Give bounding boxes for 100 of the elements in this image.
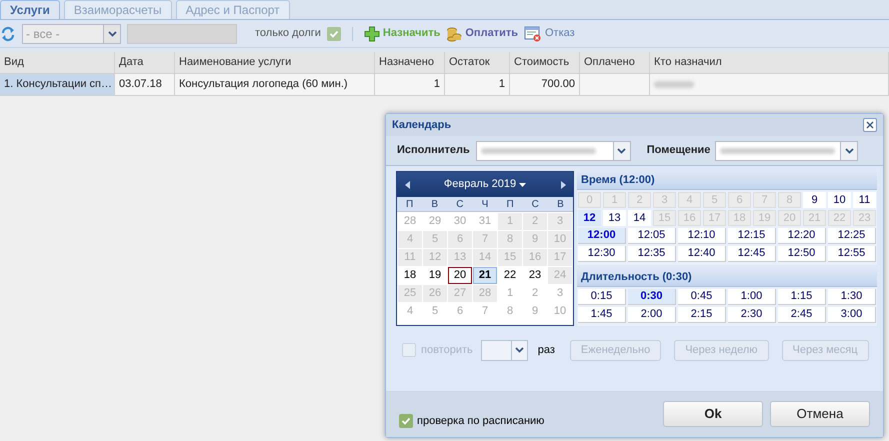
- calendar-day[interactable]: 6: [448, 231, 472, 248]
- weekday-label: Ч: [480, 198, 490, 212]
- column-header[interactable]: Назначено: [375, 52, 445, 73]
- calendar-day[interactable]: 3: [548, 213, 572, 230]
- calendar-day[interactable]: 14: [473, 249, 497, 266]
- calendar-day[interactable]: 21: [473, 267, 497, 284]
- time-option[interactable]: 12:50: [778, 246, 826, 262]
- weekday-label: П: [506, 198, 515, 212]
- time-option[interactable]: 12:10: [678, 228, 726, 244]
- left-arrow-icon: [404, 180, 410, 188]
- time-option[interactable]: 2:30: [728, 307, 776, 323]
- caret-icon: [108, 30, 116, 36]
- column-header[interactable]: Вид: [0, 52, 115, 73]
- calendar-day[interactable]: 24: [548, 267, 572, 284]
- calendar-day[interactable]: 12: [423, 249, 447, 266]
- caret-icon: [514, 347, 524, 353]
- column-header[interactable]: Оплачено: [580, 52, 650, 73]
- time-option[interactable]: 2:45: [778, 307, 826, 323]
- calendar-day[interactable]: 17: [548, 249, 572, 266]
- calendar-day[interactable]: 27: [448, 285, 472, 302]
- time-option[interactable]: 12:00: [578, 228, 626, 244]
- time-option[interactable]: 0:30: [628, 289, 676, 305]
- table-cell: 1. Консультации сп…: [0, 74, 115, 95]
- calendar-day[interactable]: 16: [523, 249, 547, 266]
- coins-icon: [446, 26, 462, 42]
- tab[interactable]: Адрес и Паспорт: [176, 0, 290, 19]
- time-option[interactable]: 1:00: [728, 289, 776, 305]
- dialog-button[interactable]: Ok: [663, 401, 763, 427]
- time-option[interactable]: 12:45: [728, 246, 776, 262]
- dropdown-field[interactable]: [715, 140, 858, 160]
- time-option[interactable]: 12:05: [628, 228, 676, 244]
- section-title: Длительность (0:30): [577, 268, 877, 287]
- calendar-day[interactable]: 28: [473, 285, 497, 302]
- time-option[interactable]: 1:15: [778, 289, 826, 305]
- column-header[interactable]: Наименование услуги: [175, 52, 375, 73]
- column-header[interactable]: Остаток: [445, 52, 510, 73]
- calendar-day[interactable]: 26: [423, 285, 447, 302]
- calendar-day[interactable]: 5: [423, 231, 447, 248]
- calendar-day[interactable]: 7: [473, 231, 497, 248]
- time-option[interactable]: 12:35: [628, 246, 676, 262]
- hour-option[interactable]: 10: [828, 192, 851, 208]
- count-dropdown[interactable]: [480, 340, 528, 360]
- action-button[interactable]: Назначить: [364, 25, 440, 42]
- time-option[interactable]: 12:30: [578, 246, 626, 262]
- dialog-button[interactable]: Отмена: [770, 401, 870, 427]
- time-option[interactable]: 12:55: [828, 246, 876, 262]
- calendar-day[interactable]: 4: [398, 231, 422, 248]
- filter-select[interactable]: - все -: [22, 24, 121, 44]
- time-option[interactable]: 12:20: [778, 228, 826, 244]
- dropdown-field[interactable]: [476, 140, 631, 160]
- time-option[interactable]: 12:40: [678, 246, 726, 262]
- column-header[interactable]: Стоимость: [510, 52, 580, 73]
- table-cell: 1: [375, 74, 445, 95]
- refresh-icon[interactable]: [0, 26, 16, 42]
- time-option[interactable]: 2:15: [678, 307, 726, 323]
- time-option[interactable]: 2:00: [628, 307, 676, 323]
- calendar-day[interactable]: 8: [498, 231, 522, 248]
- cancelled-window-icon: [524, 26, 542, 42]
- calendar-day[interactable]: 10: [548, 231, 572, 248]
- caret-icon: [844, 148, 854, 154]
- text-field[interactable]: [127, 24, 237, 44]
- time-option[interactable]: 0:45: [678, 289, 726, 305]
- hour-option[interactable]: 11: [853, 192, 876, 208]
- tab[interactable]: Услуги: [0, 0, 60, 19]
- calendar-day[interactable]: 9: [523, 231, 547, 248]
- weekday-label: В: [430, 198, 440, 212]
- time-option[interactable]: 3:00: [828, 307, 876, 323]
- calendar-day[interactable]: 15: [498, 249, 522, 266]
- time-option[interactable]: 0:15: [578, 289, 626, 305]
- field-label: Помещение: [646, 143, 710, 158]
- calendar-day[interactable]: 25: [398, 285, 422, 302]
- action-button[interactable]: Оплатить: [446, 25, 518, 42]
- calendar-day[interactable]: 13: [448, 249, 472, 266]
- action-button[interactable]: Отказ: [524, 25, 575, 42]
- hour-option[interactable]: 13: [603, 210, 626, 226]
- weekday-label: С: [530, 198, 540, 212]
- section-title: Время (12:00): [577, 171, 877, 190]
- time-option[interactable]: 12:25: [828, 228, 876, 244]
- hour-option[interactable]: 9: [803, 192, 826, 208]
- tab[interactable]: Взаиморасчеты: [64, 0, 172, 19]
- time-option[interactable]: 12:15: [728, 228, 776, 244]
- calendar-day[interactable]: 11: [398, 249, 422, 266]
- hour-option[interactable]: 12: [578, 210, 601, 226]
- calendar-day[interactable]: 20: [448, 267, 472, 284]
- plus-icon: [364, 26, 380, 42]
- calendar-day[interactable]: 1: [498, 213, 522, 230]
- checkbox[interactable]: [399, 414, 413, 428]
- count-label: раз: [538, 342, 555, 358]
- column-header[interactable]: Дата: [115, 52, 175, 73]
- blurred-text: [654, 81, 694, 88]
- time-option[interactable]: 1:45: [578, 307, 626, 323]
- time-option[interactable]: 1:30: [828, 289, 876, 305]
- table-cell: Консультация логопеда (60 мин.): [175, 74, 375, 95]
- table-cell: 03.07.18: [115, 74, 175, 95]
- close-button[interactable]: [863, 118, 877, 132]
- column-header[interactable]: Кто назначил: [650, 52, 889, 73]
- calendar-day[interactable]: 2: [523, 213, 547, 230]
- weekday-label: С: [455, 198, 464, 212]
- table-cell: 1: [445, 74, 510, 95]
- hour-option[interactable]: 14: [628, 210, 651, 226]
